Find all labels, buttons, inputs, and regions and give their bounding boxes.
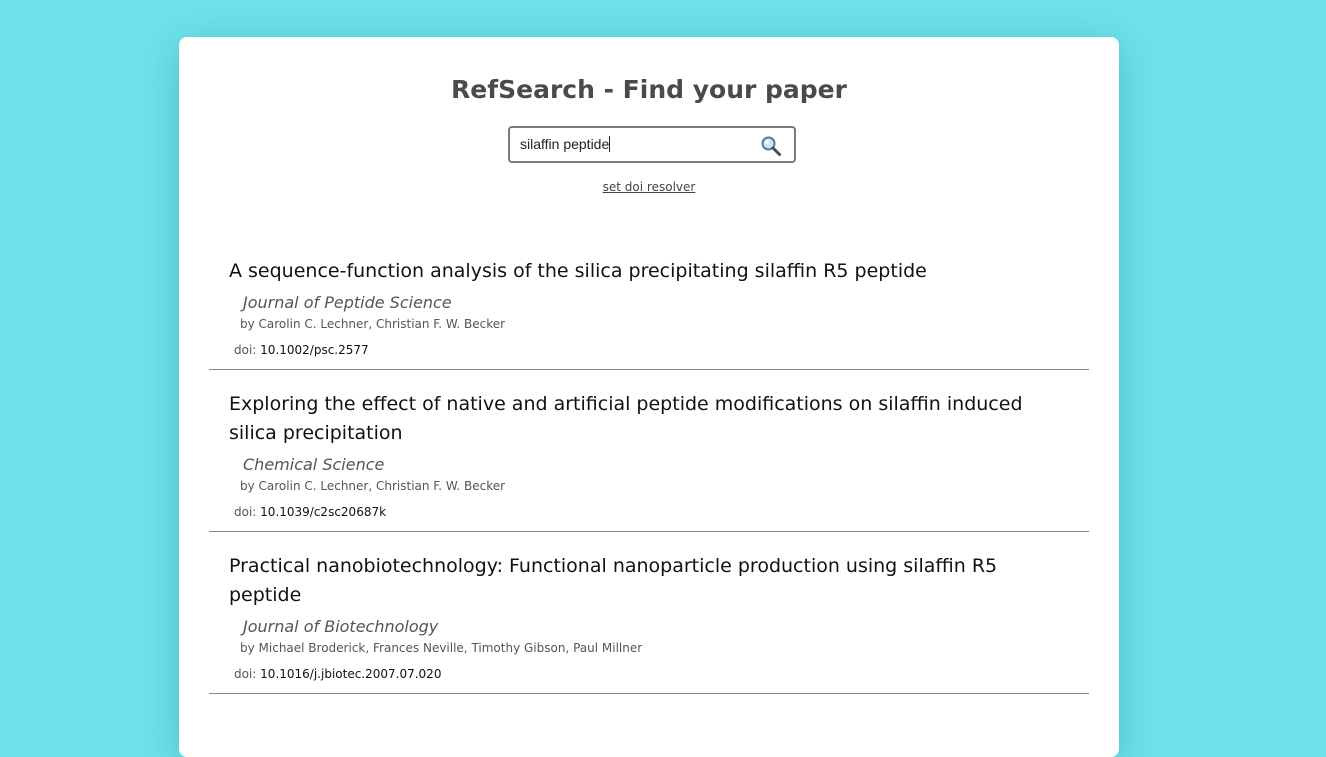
doi-value[interactable]: 10.1016/j.jbiotec.2007.07.020: [260, 667, 441, 681]
results-list: A sequence-function analysis of the sili…: [209, 257, 1089, 694]
result-doi-line: doi: 10.1016/j.jbiotec.2007.07.020: [234, 666, 1089, 693]
result-journal: Chemical Science: [243, 455, 385, 474]
result-authors: by Carolin C. Lechner, Christian F. W. B…: [240, 479, 506, 493]
doi-label: doi:: [234, 505, 257, 519]
result-title[interactable]: Exploring the effect of native and artif…: [229, 390, 1089, 448]
result-doi-line: doi: 10.1039/c2sc20687k: [234, 504, 1089, 531]
search-box[interactable]: silaffin peptide: [508, 126, 796, 163]
page-title: RefSearch - Find your paper: [451, 75, 847, 104]
search-input[interactable]: silaffin peptide: [520, 136, 750, 154]
result-item: A sequence-function analysis of the sili…: [209, 257, 1089, 370]
search-icon[interactable]: [760, 135, 781, 156]
doi-value[interactable]: 10.1002/psc.2577: [260, 343, 369, 357]
text-caret: [609, 136, 611, 152]
result-title[interactable]: A sequence-function analysis of the sili…: [229, 257, 1089, 286]
doi-value[interactable]: 10.1039/c2sc20687k: [260, 505, 386, 519]
doi-label: doi:: [234, 343, 257, 357]
result-journal: Journal of Peptide Science: [243, 293, 452, 312]
result-journal: Journal of Biotechnology: [243, 617, 439, 636]
set-doi-resolver-link[interactable]: set doi resolver: [179, 180, 1119, 194]
main-card: RefSearch - Find your paper silaffin pep…: [179, 37, 1119, 757]
result-doi-line: doi: 10.1002/psc.2577: [234, 342, 1089, 369]
result-item: Exploring the effect of native and artif…: [209, 370, 1089, 532]
result-authors: by Michael Broderick, Frances Neville, T…: [240, 641, 643, 655]
result-title[interactable]: Practical nanobiotechnology: Functional …: [229, 552, 1089, 610]
result-authors: by Carolin C. Lechner, Christian F. W. B…: [240, 317, 506, 331]
search-input-text: silaffin peptide: [520, 136, 610, 152]
result-item: Practical nanobiotechnology: Functional …: [209, 532, 1089, 694]
doi-label: doi:: [234, 667, 257, 681]
